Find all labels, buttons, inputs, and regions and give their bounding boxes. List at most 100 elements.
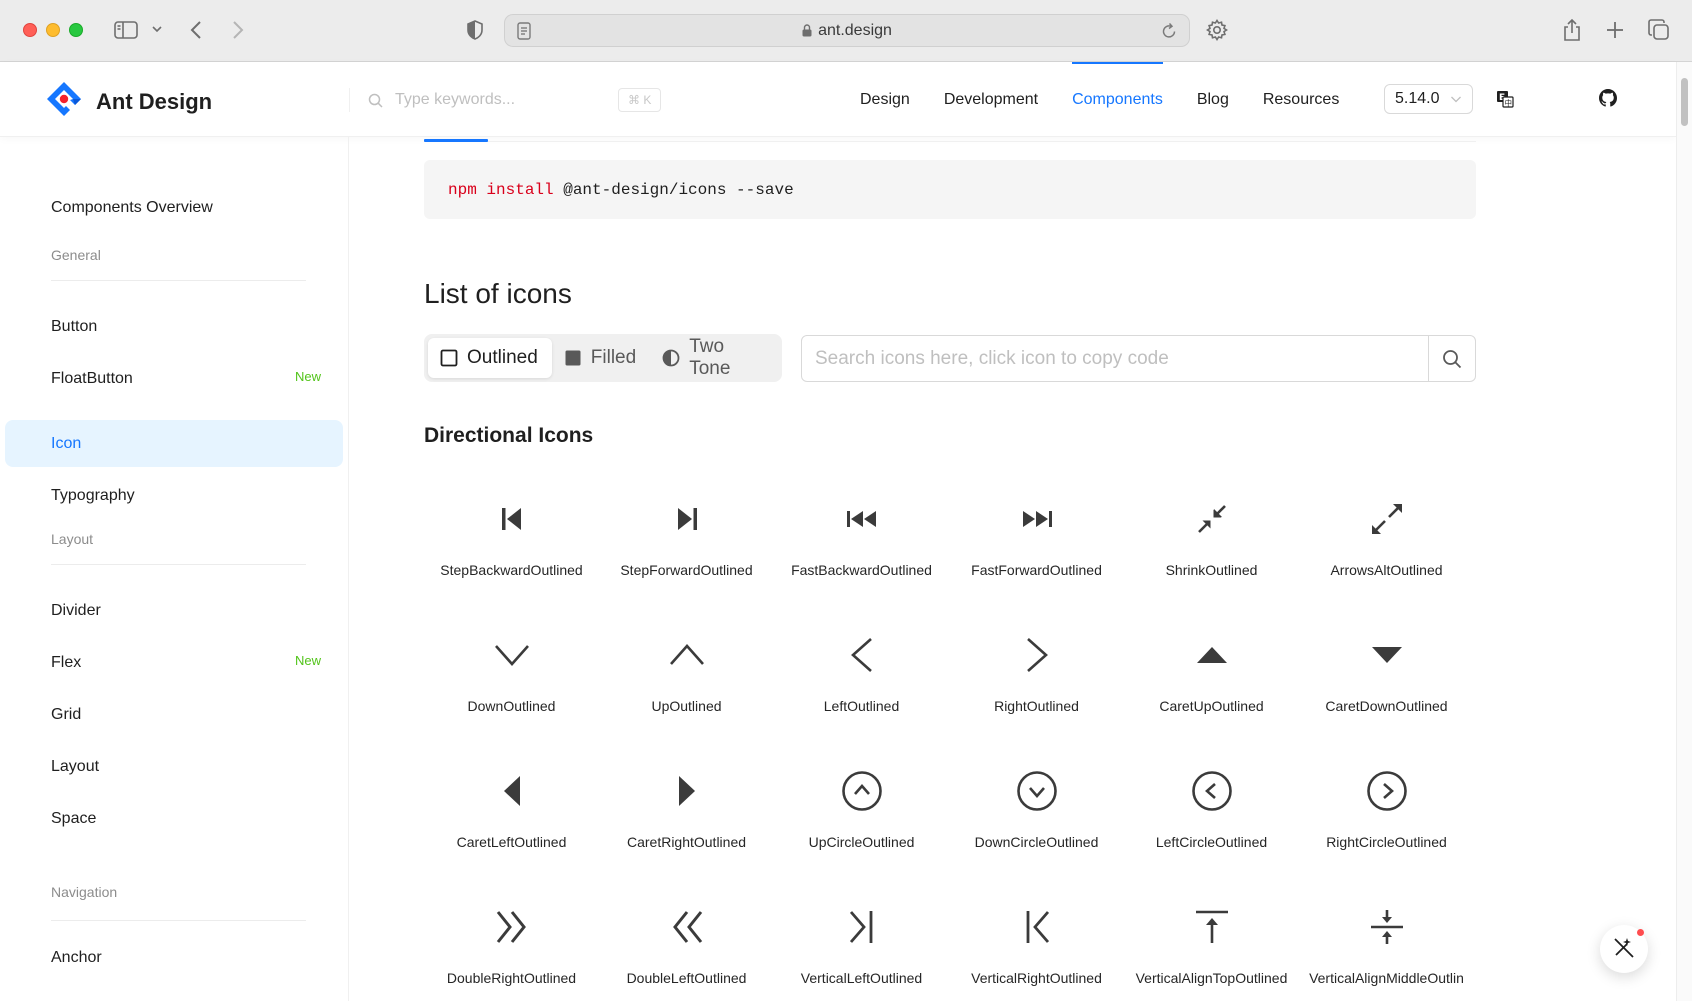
fast-forward-icon [949, 501, 1124, 537]
sidebar-item-label: Icon [51, 434, 82, 452]
arrows-alt-icon [1299, 501, 1474, 537]
sidebar-group-navigation: Navigation [51, 884, 118, 900]
icon-name: FastBackwardOutlined [791, 562, 932, 578]
icon-card-up-circle[interactable]: UpCircleOutlined [774, 735, 949, 871]
icon-card-vertical-right[interactable]: VerticalRightOutlined [949, 871, 1124, 1001]
icon-card-double-left[interactable]: DoubleLeftOutlined [599, 871, 774, 1001]
section-heading-directional-icons: Directional Icons [424, 424, 594, 447]
icon-card-down[interactable]: DownOutlined [424, 599, 599, 735]
fast-backward-icon [774, 501, 949, 537]
sidebar-item-grid[interactable]: Grid [5, 691, 343, 738]
privacy-shield-icon[interactable] [466, 20, 484, 40]
theme-filled-tab[interactable]: Filled [552, 338, 650, 378]
icon-card-down-circle[interactable]: DownCircleOutlined [949, 735, 1124, 871]
github-icon[interactable] [1599, 89, 1617, 107]
icon-card-step-backward[interactable]: StepBackwardOutlined [424, 463, 599, 599]
sidebar-item-divider[interactable]: Divider [5, 587, 343, 634]
sidebar-item-icon[interactable]: Icon [5, 420, 343, 467]
sidebar-toggle-icon[interactable] [114, 20, 138, 40]
lock-icon [802, 24, 812, 37]
header-divider [349, 88, 350, 112]
icon-card-right[interactable]: RightOutlined [949, 599, 1124, 735]
chevron-down-icon[interactable] [152, 25, 162, 33]
settings-gear-icon[interactable] [1206, 19, 1228, 41]
nav-blog[interactable]: Blog [1197, 62, 1229, 137]
square-filled-icon [564, 349, 582, 367]
sidebar-item-layout[interactable]: Layout [5, 743, 343, 790]
icon-card-step-forward[interactable]: StepForwardOutlined [599, 463, 774, 599]
icon-name: StepForwardOutlined [620, 562, 753, 578]
icon-card-vertical-align-middle[interactable]: VerticalAlignMiddleOutlin [1299, 871, 1474, 1001]
sidebar-item-components-overview[interactable]: Components Overview [5, 184, 343, 231]
sidebar-item-flex[interactable]: Flex New [5, 639, 343, 686]
language-switch-icon[interactable]: E中 [1496, 90, 1514, 108]
magic-wand-icon [1613, 936, 1635, 963]
logo[interactable]: Ant Design [44, 79, 212, 124]
vertical-align-top-icon [1124, 909, 1299, 945]
browser-toolbar: ant.design [0, 0, 1692, 62]
up-circle-icon [774, 771, 949, 811]
sidebar-item-anchor[interactable]: Anchor [5, 934, 343, 981]
minimize-window-button[interactable] [46, 23, 60, 37]
icon-name: CaretRightOutlined [626, 834, 747, 850]
share-icon[interactable] [1562, 18, 1582, 42]
right-circle-icon [1299, 771, 1474, 811]
icon-card-vertical-align-top[interactable]: VerticalAlignTopOutlined [1124, 871, 1299, 1001]
icon-card-double-right[interactable]: DoubleRightOutlined [424, 871, 599, 1001]
nav-design[interactable]: Design [860, 62, 910, 137]
sidebar-item-space[interactable]: Space [5, 795, 343, 842]
icon-card-vertical-left[interactable]: VerticalLeftOutlined [774, 871, 949, 1001]
sidebar-divider [51, 564, 306, 565]
nav-resources[interactable]: Resources [1263, 62, 1339, 137]
down-circle-icon [949, 771, 1124, 811]
page-scrollbar[interactable] [1676, 62, 1692, 1001]
icon-card-caret-right[interactable]: CaretRightOutlined [599, 735, 774, 871]
theme-label: Outlined [467, 347, 538, 368]
sidebar-item-label: Components Overview [51, 198, 213, 216]
icon-card-shrink[interactable]: ShrinkOutlined [1124, 463, 1299, 599]
icon-card-caret-up[interactable]: CaretUpOutlined [1124, 599, 1299, 735]
scrollbar-thumb[interactable] [1681, 78, 1688, 126]
theme-outlined-tab[interactable]: Outlined [428, 338, 552, 378]
nav-development[interactable]: Development [944, 62, 1038, 137]
tab-overview-icon[interactable] [1648, 19, 1670, 41]
chevron-down-icon [1450, 93, 1462, 105]
site-search[interactable]: ⌘ K [368, 84, 668, 116]
icon-card-right-circle[interactable]: RightCircleOutlined [1299, 735, 1474, 871]
sidebar-item-label: FloatButton [51, 369, 133, 387]
icon-search-button[interactable] [1428, 336, 1475, 381]
theme-twotone-tab[interactable]: Two Tone [650, 336, 778, 379]
site-search-input[interactable] [395, 91, 595, 109]
zoom-window-button[interactable] [69, 23, 83, 37]
icon-grid: StepBackwardOutlined StepForwardOutlined… [424, 463, 1476, 1001]
page-icon [517, 22, 531, 45]
back-icon[interactable] [190, 20, 202, 40]
new-tab-plus-icon[interactable] [1605, 20, 1625, 40]
sidebar-item-button[interactable]: Button [5, 303, 343, 350]
icon-card-left[interactable]: LeftOutlined [774, 599, 949, 735]
url-text: ant.design [818, 21, 892, 39]
version-select[interactable]: 5.14.0 [1384, 84, 1473, 114]
sidebar-item-typography[interactable]: Typography [5, 472, 343, 519]
icon-card-fast-forward[interactable]: FastForwardOutlined [949, 463, 1124, 599]
theme-label: Two Tone [689, 336, 731, 379]
sidebar-item-floatbutton[interactable]: FloatButton New [5, 355, 343, 402]
icon-card-left-circle[interactable]: LeftCircleOutlined [1124, 735, 1299, 871]
icon-search-input[interactable] [802, 336, 1428, 381]
icon-card-arrows-alt[interactable]: ArrowsAltOutlined [1299, 463, 1474, 599]
icon-card-caret-left[interactable]: CaretLeftOutlined [424, 735, 599, 871]
install-code-block: npm install @ant-design/icons --save [424, 160, 1476, 219]
address-bar[interactable]: ant.design [504, 14, 1190, 47]
icon-card-fast-backward[interactable]: FastBackwardOutlined [774, 463, 949, 599]
ant-design-logo-icon [44, 79, 84, 124]
forward-icon[interactable] [232, 20, 244, 40]
close-window-button[interactable] [23, 23, 37, 37]
icon-card-up[interactable]: UpOutlined [599, 599, 774, 735]
icon-name: VerticalAlignTopOutlined [1135, 970, 1288, 986]
caret-down-icon [1299, 637, 1474, 673]
reload-icon[interactable] [1161, 22, 1177, 45]
sidebar-item-label: Divider [51, 601, 101, 619]
icon-card-caret-down[interactable]: CaretDownOutlined [1299, 599, 1474, 735]
logo-text: Ant Design [96, 88, 213, 114]
nav-components[interactable]: Components [1072, 62, 1163, 137]
